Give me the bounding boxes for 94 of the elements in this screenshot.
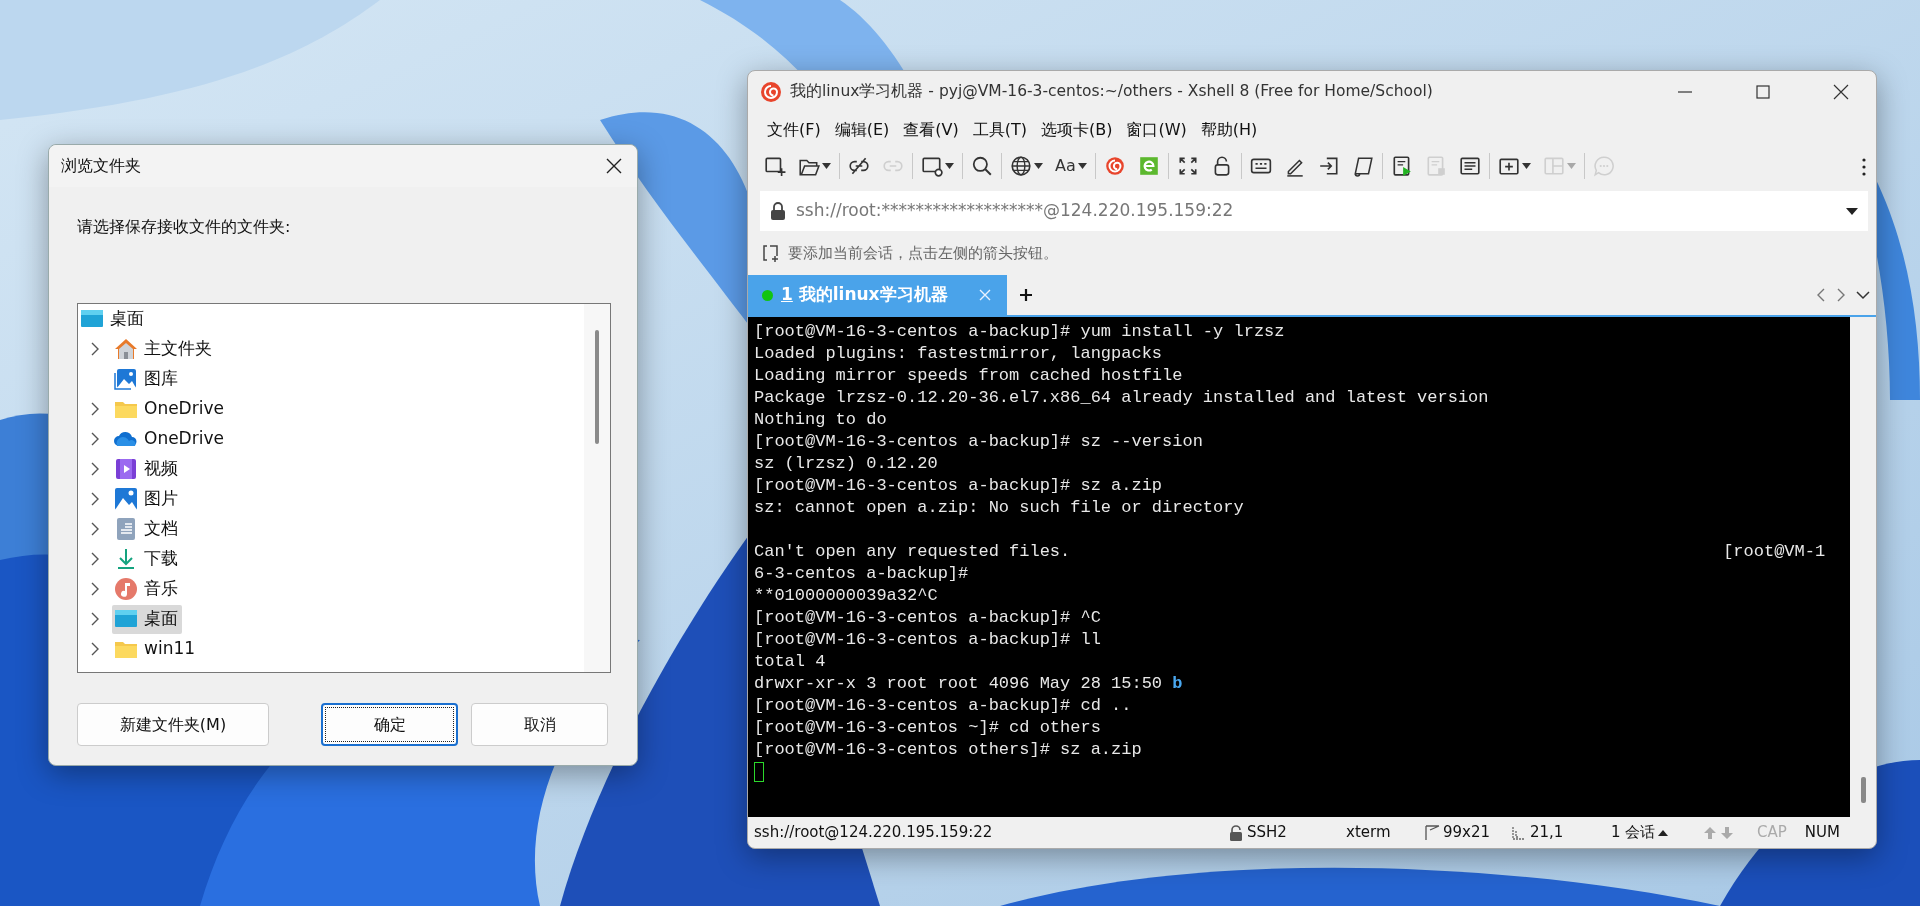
caret-icon[interactable]: [1077, 163, 1087, 169]
video-icon: [114, 457, 138, 481]
tree-item[interactable]: OneDrive: [112, 394, 228, 424]
terminal-line: total 4: [754, 651, 827, 673]
terminal-line: [root@VM-16-3-centos a-backup]# ^C: [754, 607, 1102, 629]
window-title: 我的linux学习机器 - pyj@VM-16-3-centos:~/others - Xshell 8 (Free for Home/School): [790, 81, 1434, 103]
key-indicator: CAP: [1757, 822, 1787, 844]
dialog-button[interactable]: 新建文件夹(M): [77, 703, 269, 746]
window-plus-icon[interactable]: [764, 155, 786, 177]
menu-item[interactable]: 编辑(E): [827, 116, 897, 144]
menu-item[interactable]: 帮助(H): [1193, 116, 1265, 144]
tree-item[interactable]: OneDrive: [112, 424, 228, 454]
scrollbar[interactable]: [1850, 317, 1876, 817]
terminal-line: Package lrzsz-0.12.20-36.el7.x86_64 already installed and latest version: [754, 387, 1490, 409]
dialog-button[interactable]: 取消: [471, 703, 608, 746]
caret-icon[interactable]: [1658, 829, 1669, 836]
font-button[interactable]: Aa: [1055, 154, 1076, 178]
hint-text: 要添加当前会话，点击左侧的箭头按钮。: [788, 242, 1058, 264]
tree-item[interactable]: 图库: [112, 364, 182, 394]
broken-link-icon[interactable]: [848, 155, 870, 177]
search-icon[interactable]: [971, 155, 993, 177]
terminal-line: [root@VM-16-3-centos a-backup]# yum install -y lrzsz: [754, 321, 1286, 343]
tree-item[interactable]: 视频: [112, 454, 182, 484]
globe-icon[interactable]: [1010, 155, 1032, 177]
play-document-icon[interactable]: [1390, 155, 1413, 177]
terminal-line: [root@VM-16-3-centos a-backup]# sz a.zip: [754, 475, 1164, 497]
more-icon[interactable]: [1862, 157, 1866, 176]
terminal-line: 6-3-centos a-backup]#: [754, 563, 970, 585]
size-text: 99x21: [1443, 822, 1491, 844]
terminal-line: Loading mirror speeds from cached hostfile: [754, 365, 1184, 387]
menu-item[interactable]: 窗口(W): [1119, 116, 1194, 144]
plus-icon[interactable]: [1019, 288, 1033, 302]
menu-item[interactable]: 选项卡(B): [1034, 116, 1120, 144]
swirl-logo-icon[interactable]: [1103, 155, 1126, 177]
dropdown-icon[interactable]: [1846, 207, 1858, 215]
close-icon: [1831, 82, 1851, 102]
protocol-text: SSH2: [1247, 822, 1287, 844]
cursor-position-icon: [1511, 824, 1527, 841]
key-indicator: NUM: [1804, 822, 1840, 844]
document-icon[interactable]: [1458, 155, 1481, 177]
dialog-button[interactable]: 确定: [321, 703, 458, 746]
lock-icon: [1228, 824, 1244, 841]
prompt-text: 请选择保存接收文件的文件夹:: [77, 216, 292, 238]
caret-icon[interactable]: [1034, 163, 1043, 169]
tree-item[interactable]: 桌面: [78, 304, 148, 334]
document-icon: [114, 517, 138, 541]
tree-item[interactable]: 文档: [112, 514, 182, 544]
tree-item[interactable]: 音乐: [112, 574, 182, 604]
tree-item[interactable]: 主文件夹: [112, 334, 216, 364]
terminal-line: sz: cannot open a.zip: No such file or directory: [754, 497, 1245, 519]
terminal-type-text: xterm: [1346, 822, 1391, 844]
chevron-right-icon[interactable]: [1836, 288, 1846, 302]
chevron-left-icon[interactable]: [1816, 288, 1826, 302]
caret-icon[interactable]: [945, 163, 954, 169]
sessions-text: 1 会话: [1611, 822, 1656, 844]
address-field[interactable]: ssh://root:*******************@124.220.195.159:22: [760, 191, 1868, 231]
menu-item[interactable]: 查看(V): [896, 116, 966, 144]
tree-item[interactable]: win11: [112, 634, 200, 664]
menu-item[interactable]: 文件(F): [760, 116, 828, 144]
caret-icon[interactable]: [1521, 163, 1531, 169]
terminal-line: Loaded plugins: fastestmirror, langpacks: [754, 343, 1164, 365]
arrow-in-box-icon[interactable]: [1317, 155, 1340, 177]
terminal-line: [root@VM-16-3-centos others]# sz a.zip: [754, 739, 1143, 761]
terminal-line: Can't open any requested files. [root@VM-1: [754, 541, 1827, 563]
terminal-line: sz (lrzsz) 0.12.20: [754, 453, 939, 475]
window-title: 浏览文件夹: [61, 155, 142, 177]
swirl-logo-icon: [760, 81, 782, 103]
minimize-icon: [1678, 91, 1692, 93]
chevron-down-icon[interactable]: [1856, 290, 1870, 300]
resize-icon: [1424, 824, 1440, 841]
window-gear-icon[interactable]: [921, 155, 943, 177]
tree-item[interactable]: 桌面: [112, 604, 182, 634]
lock-icon: [770, 202, 786, 220]
terminal-line: [root@VM-16-3-centos a-backup]# sz --version: [754, 431, 1204, 453]
position-text: 21,1: [1530, 822, 1564, 844]
caret-icon[interactable]: [822, 163, 831, 169]
terminal-line: Nothing to do: [754, 409, 888, 431]
maximize-icon: [1753, 82, 1773, 102]
picture-icon: [114, 487, 138, 511]
terminal-line: **01000000039a32^C: [754, 585, 939, 607]
close-icon: [605, 157, 623, 175]
gallery-icon: [114, 367, 138, 391]
terminal-line: [root@VM-16-3-centos ~]# cd others: [754, 717, 1102, 739]
home-icon: [114, 337, 138, 361]
terminal-line: [root@VM-16-3-centos a-backup]# cd ..: [754, 695, 1133, 717]
scrollbar[interactable]: [584, 304, 610, 672]
connection-text: ssh://root@124.220.195.159:22: [754, 822, 993, 844]
music-icon: [114, 577, 138, 601]
tree-item[interactable]: 下载: [112, 544, 182, 574]
tree-item[interactable]: 图片: [112, 484, 182, 514]
menu-item[interactable]: 工具(T): [965, 116, 1034, 144]
terminal-line: drwxr-xr-x 3 root root 4096 May 28 15:50 b: [754, 673, 1184, 695]
terminal-line: [root@VM-16-3-centos a-backup]# ll: [754, 629, 1102, 651]
fullscreen-icon[interactable]: [1176, 155, 1199, 177]
